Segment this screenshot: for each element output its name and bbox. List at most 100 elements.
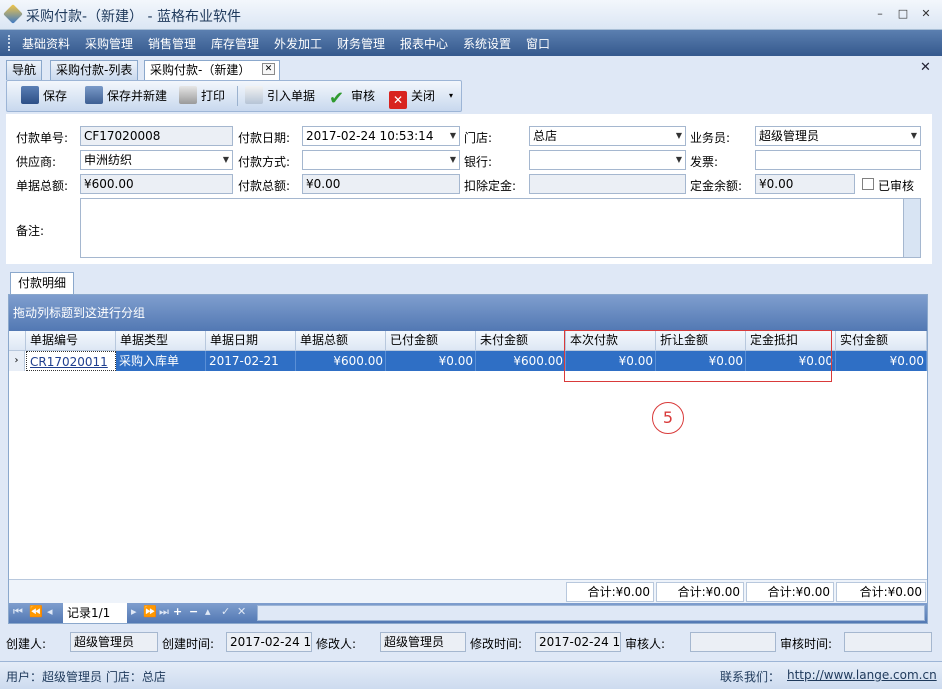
minimize-button[interactable]: – [872, 6, 888, 22]
date-label: 付款日期: [238, 131, 291, 145]
import-docs-button[interactable]: 引入单据 [245, 85, 315, 107]
cell-doc-total[interactable]: ¥600.00 [296, 351, 386, 371]
col-actual-pay[interactable]: 实付金额 [836, 331, 927, 351]
nav-cancel-icon[interactable]: ✕ [237, 605, 246, 618]
col-doc-date[interactable]: 单据日期 [206, 331, 296, 351]
group-by-area[interactable]: 拖动列标题到这进行分组 [9, 295, 927, 331]
cell-paid[interactable]: ¥0.00 [386, 351, 476, 371]
print-button[interactable]: 打印 [179, 85, 225, 107]
remark-textarea[interactable] [80, 198, 921, 258]
menu-item-sales[interactable]: 销售管理 [148, 35, 196, 52]
date-picker[interactable]: 2017-02-24 10:53:14 ▼ [302, 126, 460, 146]
nav-prev-page-icon[interactable]: ⏪ [29, 605, 43, 618]
col-doc-total[interactable]: 单据总额 [296, 331, 386, 351]
chevron-down-icon: ▼ [910, 131, 917, 140]
highlight-box [564, 330, 832, 382]
audit-info: 创建人: 超级管理员 创建时间: 2017-02-24 10 修改人: 超级管理… [0, 629, 942, 657]
document-tabs: 导航 采购付款-列表 采购付款-（新建） [0, 56, 942, 81]
menu-item-finance[interactable]: 财务管理 [337, 35, 385, 52]
close-doc-button[interactable]: ✕ 关闭 [389, 85, 435, 109]
cell-doc-no-link[interactable]: CR17020011 [26, 351, 116, 371]
panel-close-icon[interactable]: ✕ [920, 60, 931, 75]
col-doc-no[interactable]: 单据编号 [26, 331, 116, 351]
menu-item-inventory[interactable]: 库存管理 [211, 35, 259, 52]
menu-item-window[interactable]: 窗口 [526, 35, 550, 52]
tab-payment-new[interactable]: 采购付款-（新建） [144, 60, 280, 81]
col-unpaid[interactable]: 未付金额 [476, 331, 566, 351]
app-logo-icon [3, 4, 23, 24]
store-label: 门店: [464, 131, 493, 145]
approve-button[interactable]: ✔ 审核 [329, 85, 375, 109]
pay-method-select[interactable]: ▼ [302, 150, 460, 170]
nav-next-page-icon[interactable]: ⏩ [143, 605, 157, 618]
invoice-field[interactable] [755, 150, 921, 170]
nav-add-icon[interactable]: + [173, 605, 182, 618]
creator-label: 创建人: [6, 637, 47, 651]
create-time-label: 创建时间: [162, 637, 215, 651]
store-select[interactable]: 总店 ▼ [529, 126, 686, 146]
grid-summary-row: 合计:¥0.00 合计:¥0.00 合计:¥0.00 合计:¥0.00 [9, 579, 927, 603]
menu-item-purchase[interactable]: 采购管理 [85, 35, 133, 52]
modify-time-field: 2017-02-24 10 [535, 632, 621, 652]
approved-checkbox[interactable] [862, 178, 874, 190]
nav-remove-icon[interactable]: − [189, 605, 198, 618]
nav-apply-icon[interactable]: ✓ [221, 605, 230, 618]
creator-field: 超级管理员 [70, 632, 158, 652]
menu-item-outsourcing[interactable]: 外发加工 [274, 35, 322, 52]
approver-field [690, 632, 776, 652]
cell-actual-pay[interactable]: ¥0.00 [836, 351, 927, 371]
nav-first-icon[interactable]: ⏮ [13, 605, 23, 619]
nav-up-icon[interactable]: ▴ [205, 605, 211, 618]
remark-scrollbar[interactable] [903, 199, 920, 257]
doc-total-label: 单据总额: [16, 179, 69, 193]
tab-payment-list[interactable]: 采购付款-列表 [50, 60, 139, 80]
cell-doc-date[interactable]: 2017-02-21 [206, 351, 296, 371]
record-counter: 记录1/1 [63, 603, 127, 623]
approved-label: 已审核 [878, 179, 915, 193]
horizontal-scrollbar[interactable] [257, 605, 925, 621]
pay-total-field: ¥0.00 [302, 174, 460, 194]
annotation-number: 5 [652, 402, 684, 434]
title-bar: 采购付款-（新建） - 蓝格布业软件 – □ ✕ [0, 0, 942, 30]
supplier-select[interactable]: 申洲纺织 ▼ [80, 150, 233, 170]
row-indicator-icon[interactable]: › [9, 351, 25, 371]
nav-last-icon[interactable]: ⏭ [159, 605, 169, 619]
website-link[interactable]: http://www.lange.com.cn [787, 668, 937, 682]
deposit-balance-label: 定金余额: [690, 179, 743, 193]
menu-item-basic[interactable]: 基础资料 [22, 35, 70, 52]
col-paid[interactable]: 已付金额 [386, 331, 476, 351]
nav-next-icon[interactable]: ▸ [131, 605, 137, 618]
tab-navigation[interactable]: 导航 [6, 60, 43, 80]
salesman-select[interactable]: 超级管理员 ▼ [755, 126, 921, 146]
menu-bar: 基础资料 采购管理 销售管理 库存管理 外发加工 财务管理 报表中心 系统设置 … [0, 30, 942, 56]
cell-doc-type[interactable]: 采购入库单 [116, 351, 206, 371]
save-button[interactable]: 保存 [21, 85, 67, 107]
maximize-button[interactable]: □ [895, 6, 911, 22]
sum-deposit-deduct: 合计:¥0.00 [746, 582, 834, 602]
toolbar: 保存 保存并新建 打印 引入单据 ✔ 审核 ✕ 关闭 ▾ [6, 80, 462, 112]
floppy-icon [21, 86, 39, 104]
approve-time-field [844, 632, 932, 652]
tab-close-icon[interactable]: ✕ [262, 63, 275, 75]
tab-payment-detail[interactable]: 付款明细 [10, 272, 74, 294]
menu-item-settings[interactable]: 系统设置 [463, 35, 511, 52]
col-doc-type[interactable]: 单据类型 [116, 331, 206, 351]
supplier-label: 供应商: [16, 155, 57, 169]
close-red-icon: ✕ [389, 91, 407, 109]
sum-actual-pay: 合计:¥0.00 [836, 582, 926, 602]
nav-prev-icon[interactable]: ◂ [47, 605, 53, 618]
chevron-down-icon: ▼ [449, 155, 456, 164]
chevron-down-icon: ▼ [675, 131, 682, 140]
doc-no-field[interactable]: CF17020008 [80, 126, 233, 146]
close-window-button[interactable]: ✕ [918, 6, 934, 22]
modifier-label: 修改人: [316, 637, 357, 651]
save-new-icon [85, 86, 103, 104]
checkmark-icon: ✔ [329, 88, 345, 109]
bank-select[interactable]: ▼ [529, 150, 686, 170]
menu-item-reports[interactable]: 报表中心 [400, 35, 448, 52]
grid-navigator: ⏮ ⏪ ◂ 记录1/1 ▸ ⏩ ⏭ + − ▴ ✓ ✕ [9, 603, 927, 623]
save-new-button[interactable]: 保存并新建 [85, 85, 167, 107]
doc-no-label: 付款单号: [16, 131, 69, 145]
cell-unpaid[interactable]: ¥600.00 [476, 351, 566, 371]
toolbar-overflow-icon[interactable]: ▾ [449, 85, 453, 107]
